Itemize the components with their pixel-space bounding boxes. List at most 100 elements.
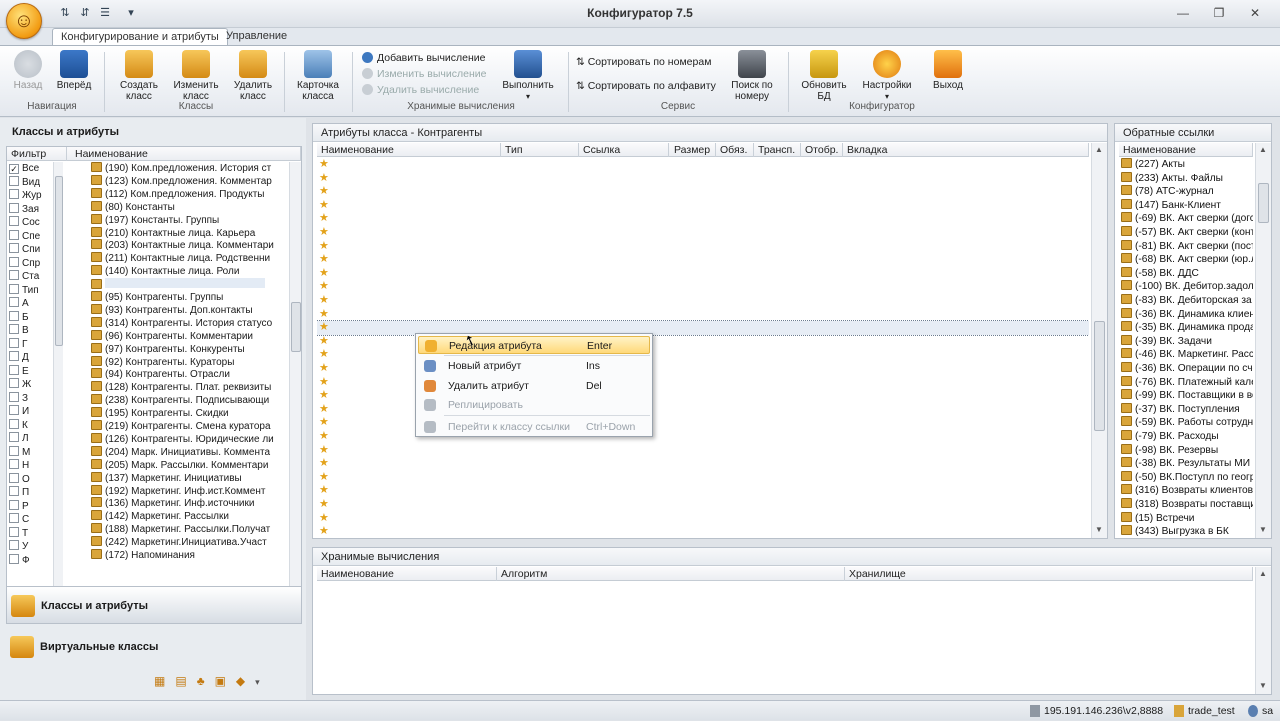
minimize-icon[interactable]: — — [1172, 4, 1194, 22]
scroll-down-icon[interactable]: ▼ — [1259, 525, 1267, 534]
attribute-row[interactable]: ★(723) Контакты (поиск)Символьный1000 — [317, 267, 1089, 281]
tree-item[interactable]: (112) Ком.предложения. Продукты — [91, 187, 264, 201]
tree-item[interactable]: (128) Контрагенты. Плат. реквизиты — [91, 381, 271, 394]
tree-item[interactable]: (188) Маркетинг. Рассылки.Получат — [91, 523, 270, 536]
attribute-row[interactable]: ★(708) ИнициативаСсылка>Маркетинг. Иници… — [317, 212, 1089, 226]
favorite-star-icon[interactable]: ★ — [319, 430, 329, 444]
tree-item[interactable]: (204) Марк. Инициативы. Коммента — [91, 445, 270, 459]
mini-link-icon[interactable]: ◆ — [236, 674, 255, 688]
backlink-item[interactable]: (78) АТС-журнал — [1121, 185, 1253, 199]
filter-checkbox[interactable] — [9, 432, 19, 442]
filter-checkbox[interactable] — [9, 243, 19, 253]
tree-item[interactable]: (210) Контактные лица. Карьера — [91, 226, 255, 240]
backlink-item[interactable]: (-36) ВК. Операции по сче — [1121, 362, 1253, 376]
backlink-item[interactable]: (227) Акты — [1121, 158, 1253, 172]
mini-reports-icon[interactable]: ▣ — [215, 674, 236, 688]
edit-calc-button[interactable]: Изменить вычисление — [362, 66, 492, 82]
tree-scrollbar[interactable] — [289, 162, 301, 590]
backlink-item[interactable]: (-69) ВК. Акт сверки (догс — [1121, 212, 1253, 226]
attribute-row[interactable]: ★(2177) Источник для диаграммыСсылка>Мар… — [317, 512, 1089, 526]
attr-col-name-header[interactable]: Наименование — [317, 143, 501, 157]
class-card-button[interactable]: Карточка класса — [288, 50, 348, 102]
tree-item[interactable]: (314) Контрагенты. История статусо — [91, 316, 272, 330]
sort-by-number-button[interactable]: ⇅ Сортировать по номерам — [576, 54, 720, 70]
filter-item[interactable]: Д — [9, 351, 29, 364]
backlinks-scroll-thumb[interactable] — [1258, 183, 1269, 223]
filter-checkbox[interactable] — [9, 297, 19, 307]
attr-col-type-header[interactable]: Тип — [501, 143, 579, 157]
favorite-star-icon[interactable]: ★ — [319, 498, 329, 512]
stored-calc-row[interactable]: ⚙(113) КПП"Основное юр.лицо->КПП"(686) К… — [317, 623, 1253, 637]
filter-checkbox[interactable] — [9, 405, 19, 415]
backlink-item[interactable]: (-37) ВК. Поступления — [1121, 402, 1253, 417]
stored-calc-row[interactable]: ⚙(18) Контакты (поиск)[dbo].[AXI_GetCont… — [317, 596, 1253, 610]
filter-item[interactable]: Р — [9, 499, 29, 513]
backlink-item[interactable]: (-46) ВК. Маркетинг. Расс — [1121, 348, 1253, 362]
filter-item[interactable]: Ста — [9, 270, 39, 283]
mini-users-icon[interactable]: ♣ — [197, 674, 215, 688]
filter-checkbox[interactable] — [9, 310, 19, 321]
tab-configuration[interactable]: Конфигурирование и атрибуты — [52, 28, 228, 46]
attribute-row[interactable]: ★(707) ИсточникСсылка>Маркетинг. Инф.иДо… — [317, 199, 1089, 213]
filter-item[interactable]: Жур — [9, 189, 42, 202]
filter-checkbox[interactable] — [9, 337, 19, 348]
tree-scroll-thumb[interactable] — [291, 302, 301, 352]
backlink-item[interactable]: (-38) ВК. Результаты МИ — [1121, 457, 1253, 471]
filter-item[interactable]: ✓ Все — [9, 162, 39, 175]
sort-by-alpha-button[interactable]: ⇅ Сортировать по алфавиту — [576, 78, 720, 94]
stored-calc-row[interactable]: ⚙(205) Поступленияisnull(sum(isnull("<-К… — [317, 677, 1253, 691]
favorite-star-icon[interactable]: ★ — [319, 240, 329, 254]
tree-item[interactable]: (197) Константы. Группы — [91, 213, 219, 227]
stored-calc-row[interactable]: ⚙(112) ИННcase when "Физ. лицо" = 1 then… — [317, 609, 1253, 623]
filter-item[interactable]: В — [9, 324, 29, 337]
attributes-scroll-thumb[interactable] — [1094, 321, 1105, 431]
filter-item[interactable]: Спи — [9, 243, 40, 256]
stored-calc-row[interactable]: ⚙(202) Дата посл. счетаМАКС("<-Контраген… — [317, 636, 1253, 650]
restore-icon[interactable]: ❐ — [1208, 4, 1230, 22]
attribute-row[interactable]: ★(1788) КомуСимвольный255 — [317, 498, 1089, 512]
backlink-item[interactable]: (-36) ВК. Динамика клиен — [1121, 307, 1253, 322]
backlink-item[interactable]: (343) Выгрузка в БК — [1121, 525, 1253, 538]
stored-calc-row[interactable]: ⚙(14) Сумма неоплаченных счетовisnull(su… — [317, 582, 1253, 596]
qa-dropdown-icon[interactable]: ▾ — [124, 6, 138, 20]
filter-item[interactable]: У — [9, 540, 28, 553]
tree-item[interactable]: (123) Ком.предложения. Комментар — [91, 174, 272, 188]
attr-col-tab-header[interactable]: Вкладка — [843, 143, 1089, 157]
attr-col-size-header[interactable]: Размер — [670, 143, 716, 157]
attribute-row[interactable]: ★(1773) Дата ближайшей задачиДата — [317, 471, 1089, 485]
favorite-star-icon[interactable]: ★ — [319, 308, 329, 322]
quick-sort-icon[interactable]: ⇅ — [58, 6, 72, 20]
attribute-row[interactable]: ★(1774) Дата ближ. поступленияДата — [317, 484, 1089, 498]
filter-scroll-thumb[interactable] — [55, 176, 63, 346]
backlink-item[interactable]: (-35) ВК. Динамика прода — [1121, 321, 1253, 335]
filter-checkbox[interactable] — [9, 540, 19, 550]
attr-col-required-header[interactable]: Обяз. — [716, 143, 754, 157]
update-db-button[interactable]: Обновить БД — [796, 50, 852, 102]
add-calc-button[interactable]: Добавить вычисление — [362, 50, 492, 66]
filter-item[interactable]: С — [9, 513, 29, 526]
ctx-delete-attribute-item[interactable]: Удалить атрибут Del — [418, 377, 650, 395]
stored-calc-row[interactable]: ⚙(204) Дата посл. платежаМАКС("<-Контраг… — [317, 664, 1253, 678]
filter-checkbox[interactable] — [9, 459, 19, 469]
attribute-row[interactable]: ★(697) ДокументСимвольный255Физ.лицо — [317, 158, 1089, 172]
attribute-row[interactable]: ★(724) Контактные лица (поиск)Символьный… — [317, 280, 1089, 294]
favorite-star-icon[interactable]: ★ — [319, 362, 329, 376]
filter-checkbox[interactable] — [9, 324, 19, 334]
filter-checkbox[interactable] — [9, 216, 19, 226]
favorite-star-icon[interactable]: ★ — [319, 267, 329, 281]
tree-item[interactable]: (190) Ком.предложения. История ст — [91, 162, 271, 175]
attribute-row[interactable]: ★(722) Реквизиты (поиск)Символьный8000 — [317, 253, 1089, 267]
attribute-row[interactable]: ★(1771) РайонСсылка>География. РайонОсно… — [317, 457, 1089, 471]
nav-virtual-classes[interactable]: Виртуальные классы — [6, 628, 302, 666]
tree-item[interactable]: (192) Маркетинг. Инф.ист.Коммент — [91, 484, 265, 498]
filter-item[interactable]: Спе — [9, 229, 40, 243]
tree-item[interactable]: (211) Контактные лица. Родственни — [91, 252, 270, 265]
stored-calc-row[interactable]: ⚙(203) Дата посл. задачиМАКС("<-Контраге… — [317, 650, 1253, 664]
tree-item[interactable]: (203) Контактные лица. Комментари — [91, 239, 274, 252]
filter-item[interactable]: О — [9, 472, 30, 486]
filter-checkbox[interactable] — [9, 513, 19, 523]
backlink-item[interactable]: (-81) ВК. Акт сверки (пост — [1121, 239, 1253, 254]
backlink-item[interactable]: (316) Возвраты клиентов — [1121, 484, 1253, 498]
backlink-item[interactable]: (-99) ВК. Поставщики в во — [1121, 389, 1253, 403]
filter-checkbox[interactable] — [9, 526, 19, 537]
